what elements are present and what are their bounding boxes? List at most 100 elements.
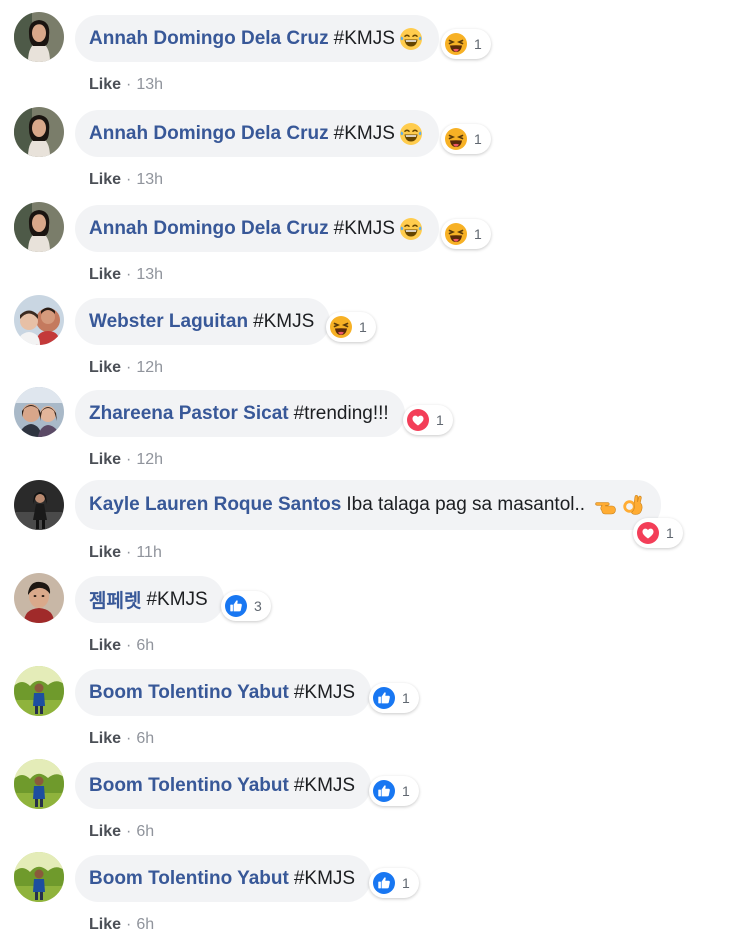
author-name[interactable]: Annah Domingo Dela Cruz — [89, 28, 329, 50]
avatar[interactable] — [14, 295, 64, 345]
comment-text: #KMJS — [333, 122, 395, 144]
avatar[interactable] — [14, 107, 64, 157]
haha-icon — [329, 315, 353, 339]
reaction-count: 1 — [402, 690, 410, 706]
like-link[interactable]: Like — [89, 916, 121, 933]
love-icon — [636, 521, 660, 545]
like-link[interactable]: Like — [89, 544, 121, 561]
author-name[interactable]: Boom Tolentino Yabut — [89, 775, 289, 797]
avatar[interactable] — [14, 573, 64, 623]
reaction-badge[interactable]: 3 — [221, 591, 271, 621]
like-icon — [224, 594, 248, 618]
comment-text: #KMJS — [146, 588, 208, 610]
like-link[interactable]: Like — [89, 637, 121, 654]
avatar[interactable] — [14, 852, 64, 902]
reaction-badge[interactable]: 1 — [403, 405, 453, 435]
like-icon — [372, 871, 396, 895]
ok-hand-emoji-icon — [621, 493, 645, 517]
reaction-count: 1 — [474, 131, 482, 147]
author-name[interactable]: Boom Tolentino Yabut — [89, 868, 289, 890]
avatar[interactable] — [14, 12, 64, 62]
author-name[interactable]: Annah Domingo Dela Cruz — [89, 123, 329, 145]
comment-bubble: Kayle Lauren Roque Santos Iba talaga pag… — [75, 480, 662, 530]
timestamp[interactable]: 13h — [136, 171, 163, 188]
love-icon — [406, 408, 430, 432]
comment-meta: Like · 6h — [89, 637, 155, 654]
like-link[interactable]: Like — [89, 76, 121, 93]
comment-meta: Like · 11h — [89, 544, 162, 561]
author-name[interactable]: Boom Tolentino Yabut — [89, 682, 289, 704]
like-link[interactable]: Like — [89, 359, 121, 376]
author-name[interactable]: Kayle Lauren Roque Santos — [89, 494, 341, 516]
timestamp[interactable]: 6h — [136, 916, 154, 933]
comment-bubble: Boom Tolentino Yabut #KMJS — [75, 762, 372, 809]
reaction-count: 1 — [436, 412, 444, 428]
avatar[interactable] — [14, 480, 64, 530]
comment-text: #KMJS — [293, 867, 356, 889]
reaction-badge[interactable]: 1 — [369, 683, 419, 713]
like-link[interactable]: Like — [89, 171, 121, 188]
reaction-badge[interactable]: 1 — [441, 124, 491, 154]
comment-item: 젬페렛 #KMJS 3 Like · 6h — [0, 573, 750, 663]
reaction-badge[interactable]: 1 — [369, 776, 419, 806]
comment-item: Annah Domingo Dela Cruz #KMJS 1 Like · 13h — [0, 107, 750, 197]
haha-icon — [444, 32, 468, 56]
haha-icon — [444, 222, 468, 246]
avatar[interactable] — [14, 759, 64, 809]
timestamp[interactable]: 12h — [136, 451, 163, 468]
timestamp[interactable]: 12h — [136, 359, 163, 376]
timestamp[interactable]: 6h — [136, 730, 154, 747]
author-name[interactable]: Zhareena Pastor Sicat — [89, 403, 289, 425]
reaction-count: 1 — [474, 226, 482, 242]
haha-icon — [444, 127, 468, 151]
reaction-badge[interactable]: 1 — [441, 219, 491, 249]
like-link[interactable]: Like — [89, 730, 121, 747]
comment-text: Iba talaga pag sa masantol.. — [346, 494, 586, 515]
avatar[interactable] — [14, 666, 64, 716]
comment-item: Boom Tolentino Yabut #KMJS 1 Like · 6h — [0, 852, 750, 942]
comment-bubble: Zhareena Pastor Sicat #trending!!! — [75, 390, 405, 437]
like-icon — [372, 686, 396, 710]
like-link[interactable]: Like — [89, 451, 121, 468]
reaction-count: 1 — [666, 525, 674, 541]
author-name[interactable]: 젬페렛 — [89, 586, 141, 613]
comment-text: #trending!!! — [293, 402, 389, 424]
timestamp[interactable]: 13h — [136, 266, 163, 283]
reaction-badge[interactable]: 1 — [441, 29, 491, 59]
timestamp[interactable]: 6h — [136, 823, 154, 840]
author-name[interactable]: Annah Domingo Dela Cruz — [89, 218, 329, 240]
comment-meta: Like · 6h — [89, 730, 155, 747]
timestamp[interactable]: 13h — [136, 76, 163, 93]
comment-meta: Like · 13h — [89, 171, 164, 188]
timestamp[interactable]: 6h — [136, 637, 154, 654]
reaction-count: 1 — [402, 783, 410, 799]
comment-meta: Like · 13h — [89, 76, 164, 93]
laughing-tears-emoji-icon — [399, 122, 423, 146]
comment-bubble: Annah Domingo Dela Cruz #KMJS — [75, 205, 439, 252]
comment-item: Boom Tolentino Yabut #KMJS 1 Like · 6h — [0, 759, 750, 849]
avatar[interactable] — [14, 387, 64, 437]
comment-bubble: Boom Tolentino Yabut #KMJS — [75, 855, 372, 902]
comment-bubble: 젬페렛 #KMJS — [75, 576, 224, 623]
like-link[interactable]: Like — [89, 266, 121, 283]
like-icon — [372, 779, 396, 803]
timestamp[interactable]: 11h — [136, 544, 162, 561]
comment-item: Kayle Lauren Roque Santos Iba talaga pag… — [0, 480, 750, 570]
comment-meta: Like · 12h — [89, 451, 164, 468]
avatar[interactable] — [14, 202, 64, 252]
author-name[interactable]: Webster Laguitan — [89, 311, 248, 333]
laughing-tears-emoji-icon — [399, 217, 423, 241]
comment-meta: Like · 13h — [89, 266, 164, 283]
comment-item: Webster Laguitan #KMJS 1 Like · 12h — [0, 295, 750, 385]
comment-meta: Like · 12h — [89, 359, 164, 376]
comment-item: Annah Domingo Dela Cruz #KMJS 1 Like · 13h — [0, 202, 750, 292]
reaction-badge[interactable]: 1 — [369, 868, 419, 898]
comment-bubble: Annah Domingo Dela Cruz #KMJS — [75, 110, 439, 157]
reaction-badge[interactable]: 1 — [326, 312, 376, 342]
reaction-badge[interactable]: 1 — [633, 518, 683, 548]
comment-meta: Like · 6h — [89, 916, 155, 933]
like-link[interactable]: Like — [89, 823, 121, 840]
comment-meta: Like · 6h — [89, 823, 155, 840]
comment-text: #KMJS — [293, 681, 356, 703]
comment-bubble: Boom Tolentino Yabut #KMJS — [75, 669, 372, 716]
